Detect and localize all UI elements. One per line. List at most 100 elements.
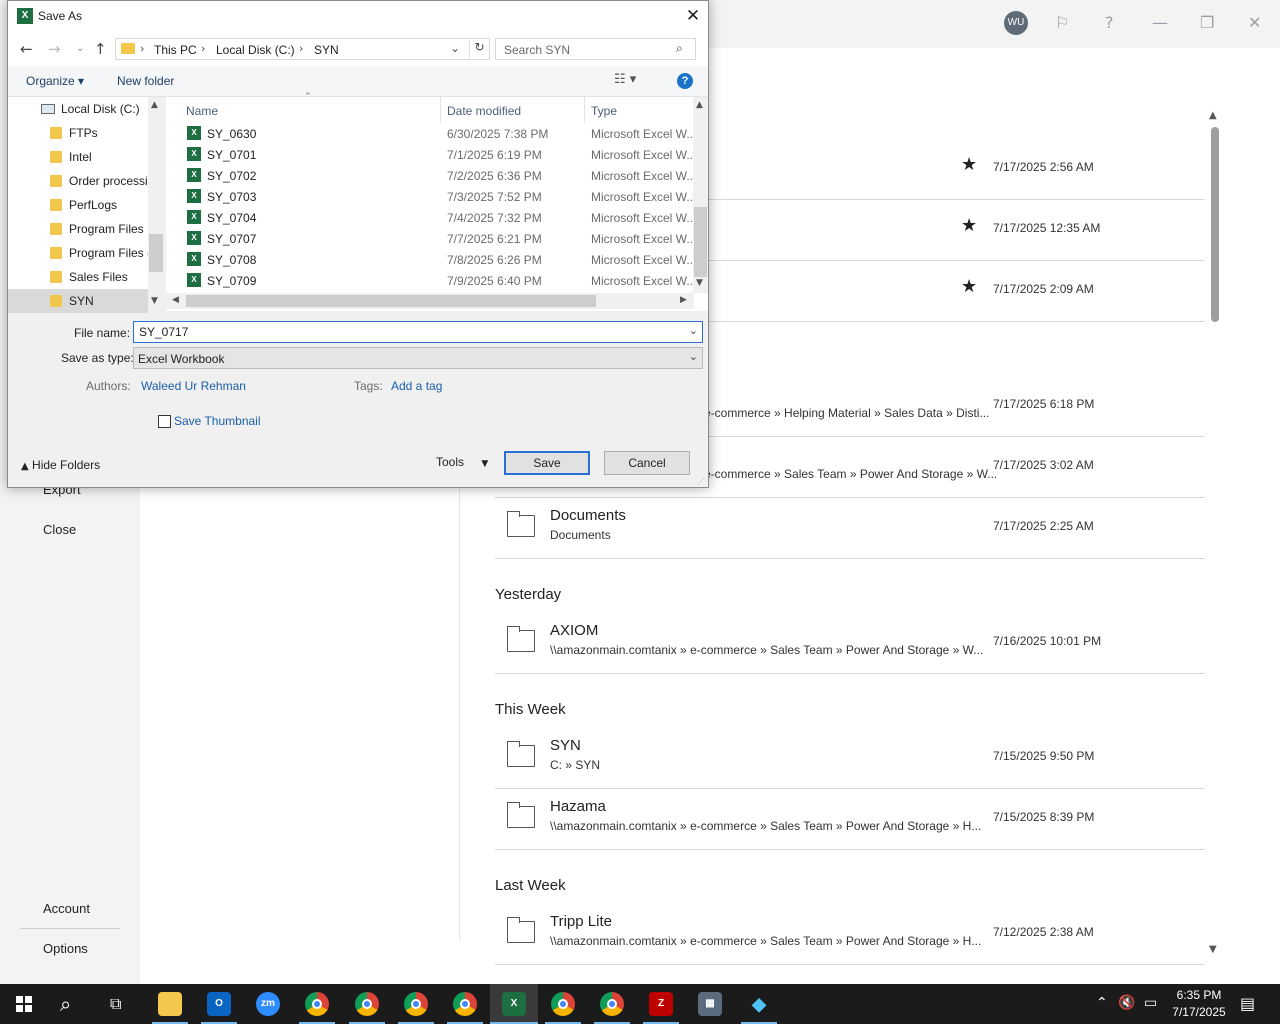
save-as-type-select[interactable]: Excel Workbook ⌄ [133, 347, 703, 369]
chrome-icon[interactable] [551, 992, 575, 1016]
back-arrow-icon[interactable]: ← [20, 40, 33, 58]
chrome-icon[interactable] [404, 992, 428, 1016]
network-icon[interactable]: ▭ [1144, 995, 1157, 1011]
search-input[interactable]: Search SYN ⌕ [495, 38, 696, 60]
breadcrumb-separator-icon[interactable]: › [140, 42, 144, 55]
refresh-icon[interactable]: ↻ [469, 40, 489, 58]
recent-row[interactable]: AXIOM \\amazonmain.comtanix » e-commerce… [495, 613, 1205, 674]
file-explorer-icon[interactable] [158, 992, 182, 1016]
breadcrumb-this-pc[interactable]: This PC [154, 43, 197, 57]
calculator-icon[interactable]: ▦ [698, 992, 722, 1016]
nav-close[interactable]: Close [43, 522, 76, 537]
tags-field[interactable]: Add a tag [391, 379, 442, 393]
file-row[interactable]: X SY_0709 7/9/2025 6:40 PM Microsoft Exc… [166, 270, 694, 291]
tree-item-program-files-x86[interactable]: Program Files (x86) [8, 241, 149, 265]
address-dropdown-chevron-icon[interactable]: ⌄ [450, 41, 460, 55]
scroll-thumb[interactable] [186, 295, 596, 307]
scroll-down-arrow-icon[interactable]: ▼ [151, 296, 158, 306]
organize-button[interactable]: Organize ▾ [26, 74, 84, 88]
breadcrumb-separator-icon[interactable]: › [201, 42, 205, 55]
scroll-thumb[interactable] [149, 234, 163, 272]
tree-scrollbar[interactable]: ▲ ▼ [148, 97, 164, 311]
address-bar[interactable]: › This PC › Local Disk (C:) › SYN ⌄ ↻ [115, 38, 490, 60]
dialog-title-bar[interactable]: X Save As ✕ [8, 1, 708, 32]
close-window-icon[interactable]: ✕ [1248, 13, 1261, 32]
scroll-thumb[interactable] [694, 207, 707, 277]
breadcrumb-separator-icon[interactable]: › [299, 42, 303, 55]
scroll-right-arrow-icon[interactable]: ▶ [680, 295, 687, 305]
recent-row[interactable]: SYN C: » SYN 7/15/2025 9:50 PM [495, 728, 1205, 789]
hide-folders-button[interactable]: ▲ Hide Folders [21, 458, 100, 472]
scroll-up-arrow-icon[interactable]: ▲ [696, 100, 703, 110]
excel-icon[interactable]: X [502, 992, 526, 1016]
file-row[interactable]: X SY_0702 7/2/2025 6:36 PM Microsoft Exc… [166, 165, 694, 186]
chevron-down-icon[interactable]: ⌄ [689, 350, 698, 363]
column-divider[interactable] [584, 97, 585, 123]
nav-options[interactable]: Options [43, 941, 88, 956]
change-view-icon[interactable]: ☷ ▾ [614, 72, 636, 87]
filezilla-icon[interactable]: Z [649, 992, 673, 1016]
column-name[interactable]: Name [186, 104, 218, 118]
pin-star-icon[interactable]: ★ [961, 276, 977, 297]
chevron-down-icon[interactable]: ⌄ [689, 324, 698, 337]
scroll-thumb[interactable] [1211, 127, 1219, 322]
file-row[interactable]: X SY_0630 6/30/2025 7:38 PM Microsoft Ex… [166, 123, 694, 144]
notification-center-icon[interactable]: ▤ [1240, 994, 1255, 1013]
file-list-vertical-scrollbar[interactable]: ▲ ▼ [693, 97, 708, 293]
scroll-up-arrow-icon[interactable]: ▲ [1209, 110, 1217, 121]
scroll-down-arrow-icon[interactable]: ▼ [1209, 944, 1217, 955]
tree-item-order-processing[interactable]: Order processing [8, 169, 149, 193]
tree-item-sales-files[interactable]: Sales Files [8, 265, 148, 289]
file-name-field[interactable]: SY_0717 ⌄ [133, 321, 703, 343]
search-icon[interactable]: ⌕ [60, 992, 71, 1016]
scroll-up-arrow-icon[interactable]: ▲ [151, 100, 158, 110]
task-view-icon[interactable]: ⧉ [110, 994, 121, 1014]
nav-account[interactable]: Account [43, 901, 90, 916]
breadcrumb-local-disk[interactable]: Local Disk (C:) [216, 43, 295, 57]
save-thumbnail-label[interactable]: Save Thumbnail [174, 414, 261, 428]
save-thumbnail-checkbox[interactable] [158, 415, 171, 428]
recent-row[interactable]: Tripp Lite \\amazonmain.comtanix » e-com… [495, 904, 1205, 965]
file-list-horizontal-scrollbar[interactable]: ◀ ▶ [166, 293, 694, 309]
pin-star-icon[interactable]: ★ [961, 215, 977, 236]
file-row[interactable]: X SY_0707 7/7/2025 6:21 PM Microsoft Exc… [166, 228, 694, 249]
cancel-button[interactable]: Cancel [604, 451, 690, 475]
file-row[interactable]: X SY_0701 7/1/2025 6:19 PM Microsoft Exc… [166, 144, 694, 165]
new-folder-button[interactable]: New folder [117, 74, 174, 88]
tree-item-syn[interactable]: SYN [8, 289, 148, 313]
recent-scrollbar[interactable]: ▲ ▼ [1206, 110, 1224, 960]
tools-button[interactable]: Tools ▼ [436, 455, 488, 469]
clock-date[interactable]: 7/17/2025 [1166, 1005, 1232, 1019]
file-row[interactable]: X SY_0704 7/4/2025 7:32 PM Microsoft Exc… [166, 207, 694, 228]
column-divider[interactable] [440, 97, 441, 123]
close-icon[interactable]: ✕ [680, 5, 706, 27]
resize-grip-icon[interactable]: ⋰ [697, 477, 705, 486]
tree-item-local-disk[interactable]: Local Disk (C:) [8, 97, 148, 121]
scroll-left-arrow-icon[interactable]: ◀ [172, 295, 179, 305]
recent-locations-chevron-icon[interactable]: ⌄ [76, 43, 84, 54]
up-arrow-icon[interactable]: ↑ [94, 40, 107, 58]
scroll-down-arrow-icon[interactable]: ▼ [696, 278, 703, 288]
tree-item-perflogs[interactable]: PerfLogs [8, 193, 148, 217]
volume-muted-icon[interactable]: 🔇 [1118, 995, 1135, 1011]
authors-field[interactable]: Waleed Ur Rehman [141, 379, 246, 393]
windows-start-icon[interactable] [16, 996, 32, 1012]
save-button[interactable]: Save [504, 451, 590, 475]
recent-row[interactable]: Hazama \\amazonmain.comtanix » e-commerc… [495, 789, 1205, 850]
column-date-modified[interactable]: Date modified [447, 104, 521, 118]
column-type[interactable]: Type [591, 104, 617, 118]
tree-item-intel[interactable]: Intel [8, 145, 148, 169]
recent-row[interactable]: Documents Documents 7/17/2025 2:25 AM [495, 498, 1205, 559]
tray-chevron-up-icon[interactable]: ⌃ [1096, 995, 1108, 1011]
chrome-icon[interactable] [453, 992, 477, 1016]
forward-arrow-icon[interactable]: → [48, 40, 61, 58]
clock-time[interactable]: 6:35 PM [1166, 988, 1232, 1002]
pin-star-icon[interactable]: ★ [961, 154, 977, 175]
file-row[interactable]: X SY_0708 7/8/2025 6:26 PM Microsoft Exc… [166, 249, 694, 270]
chrome-icon[interactable] [600, 992, 624, 1016]
chrome-icon[interactable] [355, 992, 379, 1016]
chrome-icon[interactable] [305, 992, 329, 1016]
file-row[interactable]: X SY_0703 7/3/2025 7:52 PM Microsoft Exc… [166, 186, 694, 207]
tree-item-program-files[interactable]: Program Files [8, 217, 148, 241]
outlook-icon[interactable]: O [207, 992, 231, 1016]
